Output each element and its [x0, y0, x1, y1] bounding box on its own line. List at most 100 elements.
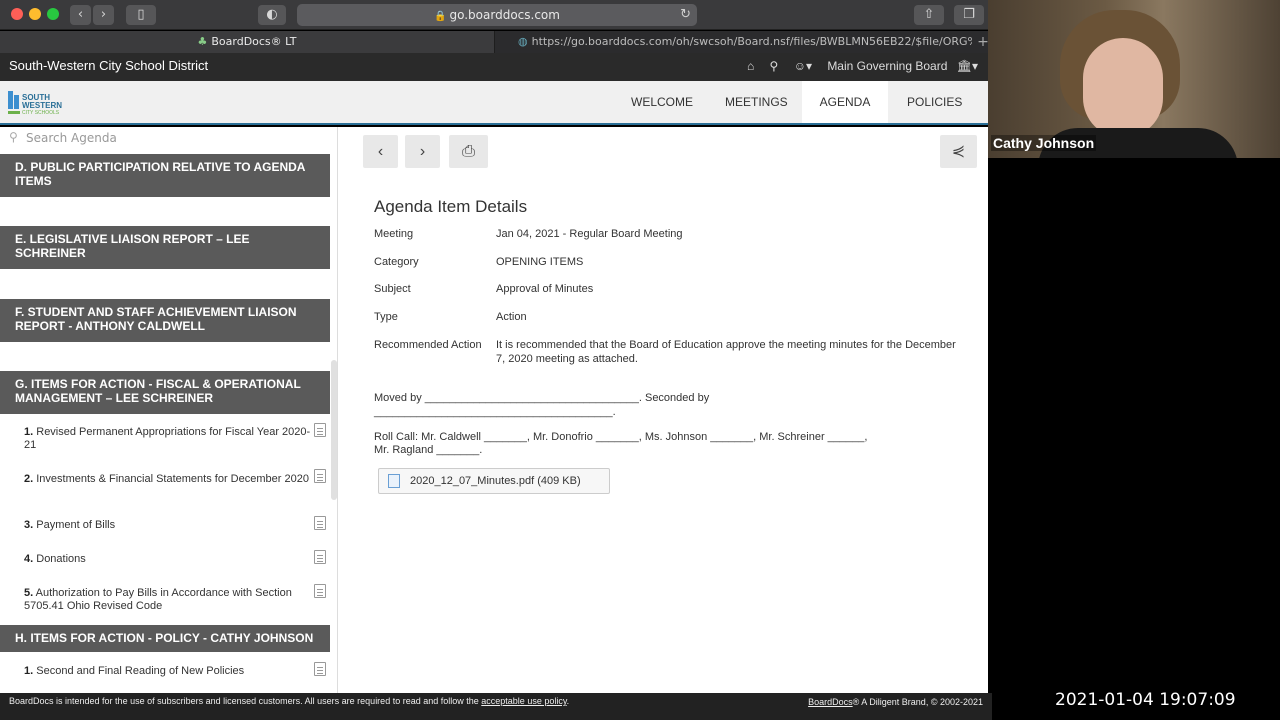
- item-label: Payment of Bills: [36, 519, 116, 531]
- zoom-window-button[interactable]: [47, 8, 59, 20]
- search-icon: ⚲: [9, 130, 18, 144]
- category-h[interactable]: H. ITEMS FOR ACTION - POLICY - CATHY JOH…: [0, 625, 330, 652]
- footer: BoardDocs is intended for the use of sub…: [0, 693, 992, 720]
- meeting-value: Jan 04, 2021 - Regular Board Meeting: [496, 228, 683, 240]
- recommended-action-label: Recommended Action: [374, 339, 482, 351]
- category-value: OPENING ITEMS: [496, 256, 584, 268]
- agenda-item-g3[interactable]: 3. Payment of Bills: [24, 519, 314, 532]
- recommended-action-value: It is recommended that the Board of Educ…: [496, 339, 956, 365]
- person-face: [1083, 38, 1163, 138]
- agenda-item-g2[interactable]: 2. Investments & Financial Statements fo…: [24, 473, 314, 486]
- tab-pdf[interactable]: ◍ https://go.boarddocs.com/oh/swcsoh/Boar…: [496, 31, 972, 53]
- subject-value: Approval of Minutes: [496, 283, 594, 295]
- document-icon[interactable]: [314, 584, 326, 598]
- subject-label: Subject: [374, 283, 411, 295]
- minimize-window-button[interactable]: [29, 8, 41, 20]
- share-item-icon[interactable]: ⋞: [940, 135, 977, 168]
- sidebar-scrollbar[interactable]: [331, 360, 337, 500]
- search-agenda-input[interactable]: ⚲ Search Agenda: [0, 127, 336, 152]
- footer-notice: BoardDocs is intended for the use of sub…: [9, 696, 570, 706]
- close-window-button[interactable]: [11, 8, 23, 20]
- next-item-button[interactable]: ›: [405, 135, 440, 168]
- item-number: 1.: [24, 665, 34, 677]
- item-number: 1.: [24, 426, 34, 438]
- item-label: Authorization to Pay Bills in Accordance…: [24, 587, 292, 612]
- video-timestamp: 2021-01-04 19:07:09: [1055, 690, 1236, 710]
- agenda-item-g5[interactable]: 5. Authorization to Pay Bills in Accorda…: [24, 587, 314, 613]
- user-icon[interactable]: ☺▾: [794, 59, 812, 73]
- browser-back-icon[interactable]: ‹: [70, 5, 91, 25]
- agenda-item-g4[interactable]: 4. Donations: [24, 553, 314, 566]
- share-icon[interactable]: ⇧: [914, 5, 944, 25]
- search-placeholder: Search Agenda: [26, 131, 117, 145]
- document-icon[interactable]: [314, 423, 326, 437]
- seconded-by-line: _______________________________________.: [374, 406, 616, 418]
- agenda-item-g1[interactable]: 1. Revised Permanent Appropriations for …: [24, 426, 314, 452]
- nav-policies[interactable]: POLICIES: [893, 81, 976, 123]
- item-number: 2.: [24, 473, 34, 485]
- category-e[interactable]: E. LEGISLATIVE LIAISON REPORT – LEE SCHR…: [0, 226, 330, 269]
- leaf-icon: ♣: [197, 35, 208, 48]
- browser-titlebar: ‹ › ▯ ◐ 🔒 go.boarddocs.com ↻ ⇧ ❐: [0, 0, 992, 30]
- shield-icon[interactable]: ◐: [258, 5, 286, 25]
- main-nav: SOUTH WESTERN CITY SCHOOLS WELCOME MEETI…: [0, 81, 988, 125]
- nav-meetings[interactable]: MEETINGS: [711, 81, 802, 123]
- home-icon[interactable]: ⌂: [747, 59, 754, 73]
- lock-icon: 🔒: [434, 11, 447, 22]
- board-selector[interactable]: Main Governing Board: [827, 59, 947, 73]
- document-icon[interactable]: [314, 662, 326, 676]
- district-title: South-Western City School District: [9, 58, 209, 73]
- file-icon: [388, 474, 400, 488]
- item-number: 3.: [24, 519, 34, 531]
- tab-label: https://go.boarddocs.com/oh/swcsoh/Board…: [531, 35, 972, 48]
- nav-welcome[interactable]: WELCOME: [617, 81, 707, 123]
- roll-call-line-2: Mr. Ragland _______.: [374, 444, 483, 456]
- institution-icon[interactable]: 🏛▾: [957, 59, 978, 73]
- search-icon[interactable]: ⚲: [770, 59, 779, 73]
- type-value: Action: [496, 311, 527, 323]
- copyright-text: ® A Diligent Brand, © 2002-2021: [852, 697, 983, 707]
- footer-copyright: BoardDocs® A Diligent Brand, © 2002-2021: [808, 697, 983, 707]
- meeting-label: Meeting: [374, 228, 414, 240]
- previous-item-button[interactable]: ‹: [363, 135, 398, 168]
- item-label: Investments & Financial Statements for D…: [36, 473, 309, 485]
- page-title: Agenda Item Details: [374, 197, 528, 216]
- sidebar-toggle-icon[interactable]: ▯: [126, 5, 156, 25]
- document-icon[interactable]: [314, 469, 326, 483]
- document-icon[interactable]: [314, 516, 326, 530]
- item-label: Revised Permanent Appropriations for Fis…: [24, 426, 311, 451]
- tab-bar: ♣ BoardDocs® LT ◍ https://go.boarddocs.com…: [0, 31, 992, 53]
- document-icon[interactable]: [314, 550, 326, 564]
- tab-boarddocs[interactable]: ♣ BoardDocs® LT: [0, 31, 495, 53]
- district-logo: SOUTH WESTERN CITY SCHOOLS: [8, 87, 74, 119]
- print-icon[interactable]: ⎙: [449, 135, 488, 168]
- boarddocs-link[interactable]: BoardDocs: [808, 697, 853, 707]
- footer-text: BoardDocs is intended for the use of sub…: [9, 696, 479, 706]
- category-d[interactable]: D. PUBLIC PARTICIPATION RELATIVE TO AGEN…: [0, 154, 330, 197]
- item-label: Donations: [36, 553, 86, 565]
- agenda-sidebar: ⚲ Search Agenda D. PUBLIC PARTICIPATION …: [0, 127, 338, 693]
- type-label: Type: [374, 311, 398, 323]
- nav-agenda[interactable]: AGENDA: [802, 81, 888, 123]
- app-header: South-Western City School District ⌂ ⚲ ☺…: [0, 53, 992, 81]
- item-number: 4.: [24, 553, 34, 565]
- roll-call-line: Roll Call: Mr. Caldwell _______, Mr. Don…: [374, 431, 868, 443]
- tabs-overview-icon[interactable]: ❐: [954, 5, 984, 25]
- category-label: Category: [374, 256, 419, 268]
- category-f[interactable]: F. STUDENT AND STAFF ACHIEVEMENT LIAISON…: [0, 299, 330, 342]
- globe-icon: ◍: [518, 35, 528, 48]
- browser-forward-icon[interactable]: ›: [93, 5, 114, 25]
- svg-text:WESTERN: WESTERN: [22, 101, 62, 110]
- agenda-item-h1[interactable]: 1. Second and Final Reading of New Polic…: [24, 665, 314, 678]
- url-text: go.boarddocs.com: [449, 8, 560, 22]
- svg-text:CITY SCHOOLS: CITY SCHOOLS: [22, 110, 60, 116]
- participant-video: Cathy Johnson: [988, 0, 1280, 158]
- category-g[interactable]: G. ITEMS FOR ACTION - FISCAL & OPERATION…: [0, 371, 330, 414]
- agenda-item-panel: ‹ › ⎙ ⋞ Agenda Item Details Meeting Jan …: [338, 127, 988, 693]
- acceptable-use-link[interactable]: acceptable use policy: [481, 696, 566, 706]
- item-number: 5.: [24, 587, 34, 599]
- participant-name: Cathy Johnson: [991, 135, 1097, 151]
- attachment-link[interactable]: 2020_12_07_Minutes.pdf (409 KB): [378, 468, 610, 494]
- address-bar[interactable]: 🔒 go.boarddocs.com ↻: [297, 4, 697, 26]
- reload-icon[interactable]: ↻: [680, 4, 691, 26]
